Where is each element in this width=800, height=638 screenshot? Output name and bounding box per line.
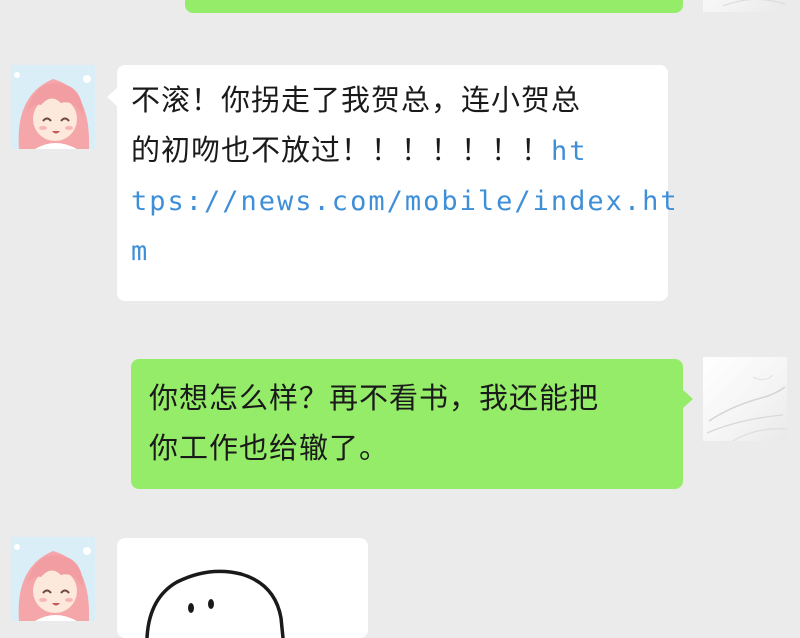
chat-message-area[interactable]: 不滚！你拐走了我贺总，连小贺总 的初吻也不放过！！！！！！！ht tps://n… [0, 0, 800, 638]
message-link[interactable]: ht [551, 136, 588, 167]
anime-girl-avatar-icon [11, 537, 95, 621]
bubble-tail [107, 87, 118, 107]
message-text: 的初吻也不放过！！！！！！！ [131, 133, 552, 167]
sent-message-bubble[interactable]: 你想怎么样？再不看书，我还能把 你工作也给辙了。 [131, 359, 693, 489]
received-message-bubble[interactable]: 不滚！你拐走了我贺总，连小贺总 的初吻也不放过！！！！！！！ht tps://n… [107, 65, 677, 301]
contact-avatar[interactable] [11, 65, 95, 149]
sketch-icon [706, 374, 787, 441]
message-text-line: 不滚！你拐走了我贺总，连小贺总 [131, 83, 582, 117]
message-text-line: 的初吻也不放过！！！！！！！ht [131, 125, 668, 177]
sent-message-bubble-partial[interactable] [185, 0, 683, 13]
message-text-line: 你想怎么样？再不看书，我还能把 [149, 381, 600, 415]
message-link[interactable]: m [131, 227, 668, 277]
blob-doodle-sticker-icon [145, 569, 285, 638]
anime-girl-avatar-icon [11, 65, 95, 149]
self-avatar-partial[interactable] [703, 0, 787, 12]
bubble-tail [682, 389, 693, 409]
contact-avatar[interactable] [11, 537, 95, 621]
self-avatar[interactable] [703, 357, 787, 441]
sketch-icon [722, 0, 786, 7]
received-sticker-bubble[interactable] [117, 538, 368, 638]
message-text-line: 你工作也给辙了。 [149, 431, 390, 465]
message-link[interactable]: tps://news.com/mobile/index.ht [131, 177, 677, 227]
